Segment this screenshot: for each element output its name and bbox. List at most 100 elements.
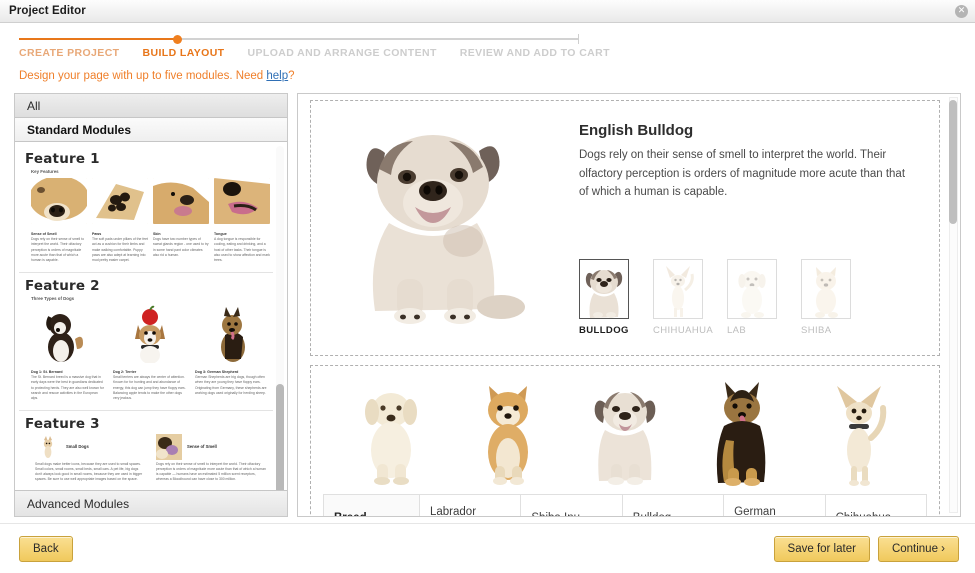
feature3-item-label: Small Dogs — [66, 444, 89, 450]
table-row: Breed Labrador Retriever Shiba Inu Bulld… — [323, 494, 928, 516]
hero-image-slot[interactable] — [323, 111, 573, 343]
module-list-scroll: Feature 1 Key Features Sense of Smell Do… — [15, 142, 287, 490]
small-dog-photo-icon — [35, 433, 61, 460]
canvas-module-breed-comparison[interactable]: Breed Labrador Retriever Shiba Inu Bulld… — [310, 365, 940, 516]
breed-thumb-label: BULLDOG — [579, 324, 629, 336]
feature1-item: Paws The soft pads under pillars of the … — [92, 178, 148, 263]
step-build-layout[interactable]: BUILD LAYOUT — [143, 47, 225, 59]
feature2-item: Dog 3: German Shepherd German Shepherds … — [195, 305, 269, 401]
feature3-item: Big Dogs You can still add big dogs to s… — [35, 486, 146, 490]
help-link[interactable]: help — [266, 70, 288, 82]
table-row-header: Breed — [323, 494, 420, 516]
feature1-item-body: Dogs rely on their sense of smell to int… — [31, 237, 84, 263]
feature3-grid: Small Dogs Small dogs make better icons,… — [25, 433, 267, 490]
breed-thumb-box[interactable] — [727, 258, 777, 319]
stepper-track — [19, 34, 579, 44]
feature1-item-body: Dogs have two number types of sweat glan… — [153, 237, 209, 257]
continue-button[interactable]: Continue › — [877, 535, 959, 562]
table-cell: German Shepherd — [723, 494, 826, 516]
dog-nose-photo-icon — [29, 176, 89, 224]
hero-text-slot[interactable]: English Bulldog Dogs rely on their sense… — [579, 111, 927, 343]
dog-tongue-photo-icon — [214, 178, 270, 224]
feature3-item: Sense of Smell Dogs rely on their sense … — [156, 433, 267, 482]
feature1-item-label: Tongue — [214, 232, 227, 236]
module-title: Feature 1 — [25, 151, 100, 167]
breed-thumb-shiba[interactable]: SHIBA — [801, 258, 851, 336]
shiba-thumb-icon — [804, 261, 848, 318]
module-title: Feature 2 — [25, 278, 100, 295]
window-title: Project Editor — [9, 5, 86, 17]
bulldog-thumb-icon — [582, 261, 626, 318]
instruction-before: Design your page with up to five modules… — [19, 70, 267, 82]
feature3-item-label: Sense of Smell — [187, 444, 217, 450]
feature2-item-label: Dog 3: German Shepherd — [195, 370, 239, 375]
breed-thumb-box[interactable] — [653, 258, 703, 319]
dog-paw-photo-icon — [92, 178, 148, 224]
dog-feet-photo-icon — [156, 486, 182, 490]
back-button[interactable]: Back — [19, 535, 73, 562]
window-titlebar: Project Editor ✕ — [0, 0, 975, 23]
library-scrollbar-thumb[interactable] — [276, 384, 284, 490]
english-bulldog-photo-icon — [323, 111, 573, 336]
wizard-footer: Back Save for later Continue › — [0, 523, 975, 573]
canvas-module-bulldog-hero[interactable]: English Bulldog Dogs rely on their sense… — [310, 100, 940, 356]
feature1-item-label: Skin — [153, 232, 161, 236]
shiba-inu-puppy-photo-icon — [464, 380, 553, 488]
breed-comparison-table: Breed Labrador Retriever Shiba Inu Bulld… — [323, 494, 928, 516]
lab-thumb-icon — [730, 261, 774, 318]
stepper-end-cap — [578, 34, 579, 44]
filter-all-row[interactable]: All — [15, 94, 287, 118]
feature1-item-body: The soft pads under pillars of the feet … — [92, 237, 148, 263]
breed-thumb-box[interactable] — [579, 258, 629, 319]
feature2-item-body: The St. Bernard breed is a massive dog t… — [31, 375, 104, 400]
module-card-feature-1[interactable]: Feature 1 Key Features Sense of Smell Do… — [19, 146, 273, 274]
chihuahua-photo-icon — [814, 380, 903, 488]
save-for-later-button[interactable]: Save for later — [773, 535, 870, 562]
module-library-panel: All Standard Modules Feature 1 Key Featu… — [14, 93, 288, 517]
standard-modules-header[interactable]: Standard Modules — [15, 118, 287, 142]
feature1-item: Sense of Smell Dogs rely on their sense … — [29, 176, 89, 263]
breed-thumb-label: LAB — [727, 324, 747, 336]
footer-actions: Save for later Continue › — [773, 535, 959, 562]
breed-thumb-lab[interactable]: LAB — [727, 258, 777, 336]
breed-description: Dogs rely on their sense of smell to int… — [579, 149, 906, 199]
module-subtitle: Three Types of Dogs — [31, 296, 75, 302]
instruction-text: Design your page with up to five modules… — [0, 59, 975, 82]
layout-canvas: English Bulldog Dogs rely on their sense… — [297, 93, 961, 517]
canvas-scrollbar-thumb[interactable] — [949, 100, 957, 224]
feature2-item-body: German Shepherds are big dogs, though of… — [195, 375, 267, 395]
breed-title: English Bulldog — [579, 122, 694, 139]
stepper-current-dot — [173, 35, 182, 44]
feature2-thumb-row: Dog 1: St. Bernard The St. Bernard breed… — [25, 305, 269, 401]
breed-thumb-box[interactable] — [801, 258, 851, 319]
feature1-thumb-row: Sense of Smell Dogs rely on their sense … — [25, 176, 270, 263]
german-shepherd-photo-icon — [195, 305, 269, 364]
breed-thumb-chihuahua[interactable]: CHIHUAHUA — [653, 258, 713, 336]
progress-stepper: CREATE PROJECT BUILD LAYOUT UPLOAD AND A… — [0, 23, 975, 59]
table-cell: Shiba Inu — [520, 494, 623, 516]
breed-thumbnail-row: BULLDOG CHIHUAHUA LAB SHIBA — [579, 258, 927, 336]
breed-thumb-bulldog[interactable]: BULLDOG — [579, 258, 629, 336]
bulldog-puppy-photo-icon — [580, 380, 669, 488]
advanced-modules-header[interactable]: Advanced Modules — [15, 490, 287, 516]
feature1-item-label: Sense of Smell — [31, 232, 57, 236]
close-icon[interactable]: ✕ — [955, 5, 968, 18]
feature2-item-body: Small terriers are always the center of … — [113, 375, 186, 400]
chihuahua-thumb-icon — [656, 261, 700, 318]
bulldog-hero-layout: English Bulldog Dogs rely on their sense… — [323, 111, 927, 343]
module-card-feature-3[interactable]: Feature 3 Small Dogs Small dogs make bet… — [19, 411, 273, 490]
step-review-cart[interactable]: REVIEW AND ADD TO CART — [460, 47, 610, 59]
feature1-item: Tongue A dog tongue is responsible for c… — [214, 178, 270, 263]
module-subtitle: Key Features — [31, 169, 59, 174]
breed-thumb-label: SHIBA — [801, 324, 832, 336]
st-bernard-photo-icon — [31, 305, 105, 364]
feature3-item: Small Dogs Small dogs make better icons,… — [35, 433, 146, 482]
feature1-item-label: Paws — [92, 232, 102, 236]
table-cell: Chihuahua — [824, 494, 928, 516]
feature3-item: Dog Feet The soft paws on the bottom of … — [156, 486, 267, 490]
step-create-project[interactable]: CREATE PROJECT — [19, 47, 120, 59]
feature1-item-body: A dog tongue is responsible for cooling,… — [214, 237, 270, 263]
step-upload-content[interactable]: UPLOAD AND ARRANGE CONTENT — [248, 47, 437, 59]
feature1-item: Skin Dogs have two number types of sweat… — [153, 178, 209, 263]
module-card-feature-2[interactable]: Feature 2 Three Types of Dogs Dog 1: St.… — [19, 273, 273, 411]
